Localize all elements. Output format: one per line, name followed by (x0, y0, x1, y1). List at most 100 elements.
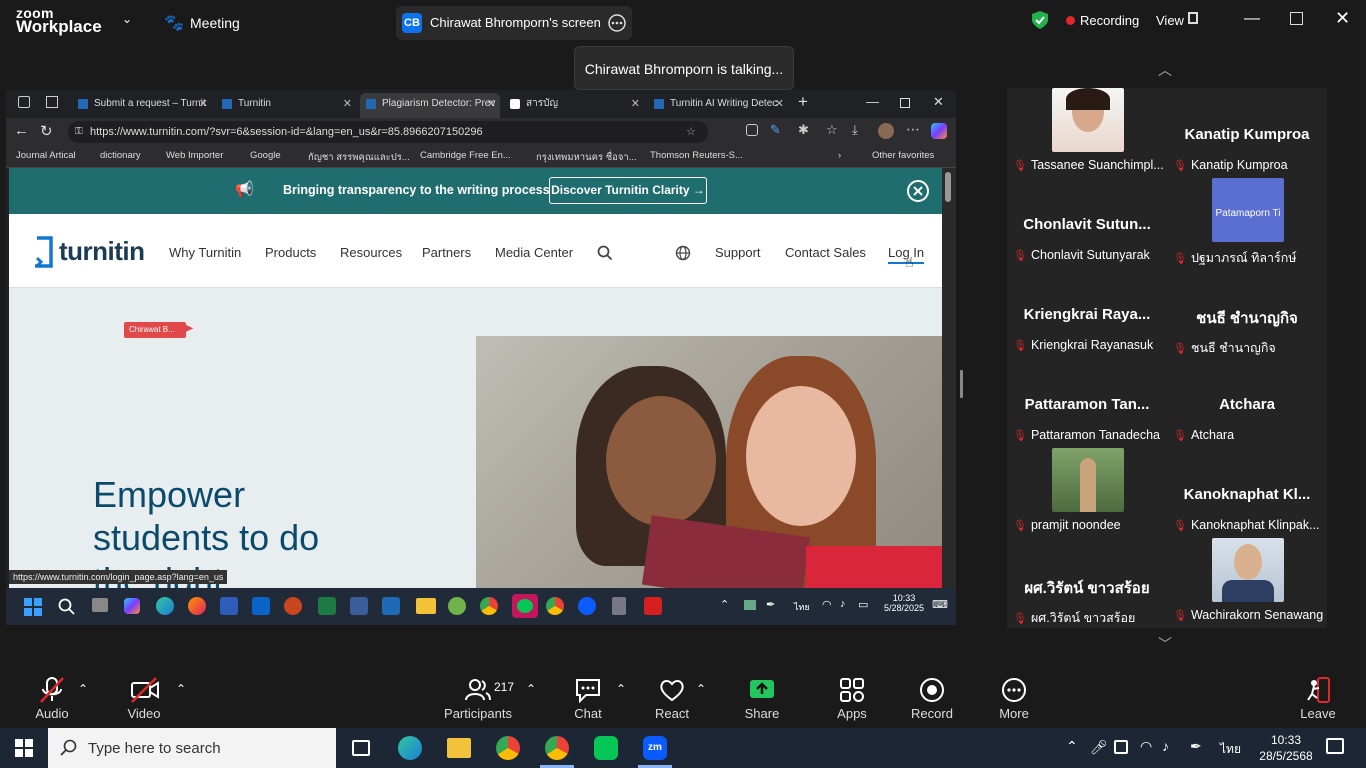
file-explorer-icon[interactable] (416, 598, 436, 614)
page-scrollbar[interactable] (942, 168, 956, 588)
favorite-star-icon[interactable]: ☆ (686, 121, 696, 143)
menu-dots-icon[interactable]: ⋯ (906, 121, 920, 138)
tray-app-icon[interactable] (744, 600, 756, 610)
nav-products[interactable]: Products (265, 245, 316, 260)
window-minimize-icon[interactable]: — (866, 94, 879, 109)
close-tab-icon[interactable]: ✕ (199, 93, 208, 115)
site-info-icon[interactable]: ⚿ (75, 121, 83, 143)
audio-chevron-up-icon[interactable]: ⌃ (78, 682, 88, 696)
url-field[interactable]: ⚿ https://www.turnitin.com/?svr=6&sessio… (68, 121, 708, 143)
participant-tile[interactable]: Pattaramon Tan... 🎙︎ Pattaramon Tanadecha (1007, 358, 1167, 448)
sway-icon[interactable] (382, 597, 400, 615)
tray-app-icon[interactable] (1114, 740, 1128, 754)
search-icon[interactable] (597, 245, 613, 261)
minimize-icon[interactable]: — (1244, 10, 1260, 28)
browser-tab[interactable]: สารบัญ ✕ (504, 93, 644, 118)
bookmark-item[interactable]: Cambridge Free En... (420, 150, 511, 161)
bookmark-item[interactable]: Web Importer (166, 150, 223, 161)
tab-actions-icon[interactable] (46, 96, 58, 108)
windows-start-icon[interactable] (24, 598, 42, 616)
nav-partners[interactable]: Partners (422, 245, 471, 260)
excel-icon[interactable] (318, 597, 336, 615)
bookmark-item[interactable]: Google (250, 150, 281, 161)
edge-icon[interactable] (156, 597, 174, 615)
back-arrow-icon[interactable]: ← (14, 122, 29, 139)
line-icon-active[interactable] (512, 594, 538, 618)
puzzle-icon[interactable]: ✱ (798, 122, 809, 138)
window-close-icon[interactable]: ✕ (933, 94, 944, 110)
react-chevron-up-icon[interactable]: ⌃ (696, 682, 706, 696)
browser-tab-active[interactable]: Plagiarism Detector: Prev ✕ (360, 93, 500, 118)
recording-label[interactable]: Recording (1080, 13, 1139, 28)
copilot-icon[interactable] (931, 123, 947, 139)
video-chevron-up-icon[interactable]: ⌃ (176, 682, 186, 696)
line-icon[interactable] (594, 736, 618, 760)
notification-icon[interactable] (1326, 738, 1344, 754)
nav-media-center[interactable]: Media Center (495, 245, 573, 260)
language-indicator[interactable]: ไทย (1220, 740, 1241, 759)
notification-icon[interactable]: ⌨ (932, 598, 948, 611)
nav-resources[interactable]: Resources (340, 245, 402, 260)
profile-avatar[interactable] (878, 123, 894, 139)
participant-tile[interactable]: ชนธี ชำนาญกิจ 🎙︎ ชนธี ชำนาญกิจ (1167, 268, 1327, 358)
chevron-right-icon[interactable]: › (838, 150, 841, 161)
chevron-up-icon[interactable]: ⌃ (1066, 738, 1078, 755)
extension-icon[interactable] (746, 124, 758, 136)
chrome-icon[interactable] (496, 736, 520, 760)
new-tab-icon[interactable]: + (798, 92, 808, 112)
close-banner-icon[interactable] (907, 180, 929, 202)
share-screen-pill[interactable]: CB Chirawat Bhromporn's screen (396, 6, 632, 40)
calculator-icon[interactable] (612, 597, 626, 615)
participant-tile[interactable]: Kanatip Kumproa 🎙︎ Kanatip Kumproa (1167, 88, 1327, 178)
chevron-up-icon[interactable]: ⌃ (720, 598, 729, 611)
shield-check-icon[interactable] (1031, 10, 1049, 30)
task-view-icon[interactable] (352, 740, 370, 756)
browser-tab[interactable]: Turnitin AI Writing Detec ✕ (648, 93, 788, 118)
mic-tray-icon[interactable]: 🎤︎ (1090, 739, 1108, 756)
language-indicator[interactable]: ไทย (794, 600, 810, 614)
bookmark-folder[interactable]: Other favorites (872, 150, 934, 161)
window-restore-icon[interactable] (900, 98, 910, 108)
turnitin-logo-icon[interactable] (33, 236, 55, 270)
windows-start-icon[interactable] (15, 739, 33, 757)
bookmark-item[interactable]: Thomson Reuters-S... (650, 150, 743, 161)
nav-why-turnitin[interactable]: Why Turnitin (169, 245, 241, 260)
scroll-thumb[interactable] (945, 172, 951, 202)
task-view-icon[interactable] (92, 598, 108, 612)
participant-tile[interactable]: Atchara 🎙︎ Atchara (1167, 358, 1327, 448)
view-grid-icon[interactable] (1188, 12, 1198, 24)
browser-tab[interactable]: Turnitin ✕ (216, 93, 356, 118)
clock[interactable]: 10:33 28/5/2568 (1258, 732, 1314, 764)
app-icon[interactable] (350, 597, 368, 615)
discover-clarity-button[interactable]: Discover Turnitin Clarity → (549, 177, 707, 204)
gallery-up-icon[interactable]: ︿ (1158, 60, 1172, 80)
participant-tile[interactable]: 🎙︎ pramjit noondee (1007, 448, 1167, 538)
powerpoint-icon[interactable] (284, 597, 302, 615)
zoom-icon[interactable]: zm (643, 736, 667, 760)
volume-icon[interactable]: ♪ (1162, 738, 1169, 754)
wifi-icon[interactable]: ◠ (1140, 738, 1152, 755)
participant-tile[interactable]: 🎙︎ Tassanee Suanchimpl... (1007, 88, 1167, 178)
browser-tab[interactable]: Submit a request – Turnit ✕ (72, 93, 212, 118)
meeting-label[interactable]: Meeting (190, 15, 240, 31)
pen-extension-icon[interactable]: ✎ (770, 122, 781, 138)
chevron-down-icon[interactable]: ⌄ (122, 12, 132, 26)
nav-contact-sales[interactable]: Contact Sales (785, 245, 866, 260)
participant-tile[interactable]: Patamaporn Ti 🎙︎ ปฐมาภรณ์ ทิลาร์กษ์ (1167, 178, 1327, 268)
search-icon[interactable] (58, 598, 76, 616)
battery-icon[interactable]: ▭ (858, 598, 868, 611)
chrome-profile-icon[interactable] (545, 736, 569, 760)
volume-icon[interactable]: ♪ (840, 598, 846, 610)
close-tab-icon[interactable]: ✕ (343, 93, 352, 115)
bookmark-item[interactable]: กัญชา สรรพคุณและปร... (308, 150, 412, 165)
participants-chevron-up-icon[interactable]: ⌃ (526, 682, 536, 696)
globe-icon[interactable] (675, 245, 691, 261)
chrome-icon[interactable] (546, 597, 564, 615)
refresh-icon[interactable]: ↻ (40, 122, 53, 140)
copilot-icon[interactable] (124, 598, 140, 614)
close-tab-icon[interactable]: ✕ (487, 93, 496, 115)
close-tab-icon[interactable]: ✕ (775, 93, 784, 115)
chat-chevron-up-icon[interactable]: ⌃ (616, 682, 626, 696)
chrome-icon[interactable] (480, 597, 498, 615)
bookmark-item[interactable]: dictionary (100, 150, 141, 161)
